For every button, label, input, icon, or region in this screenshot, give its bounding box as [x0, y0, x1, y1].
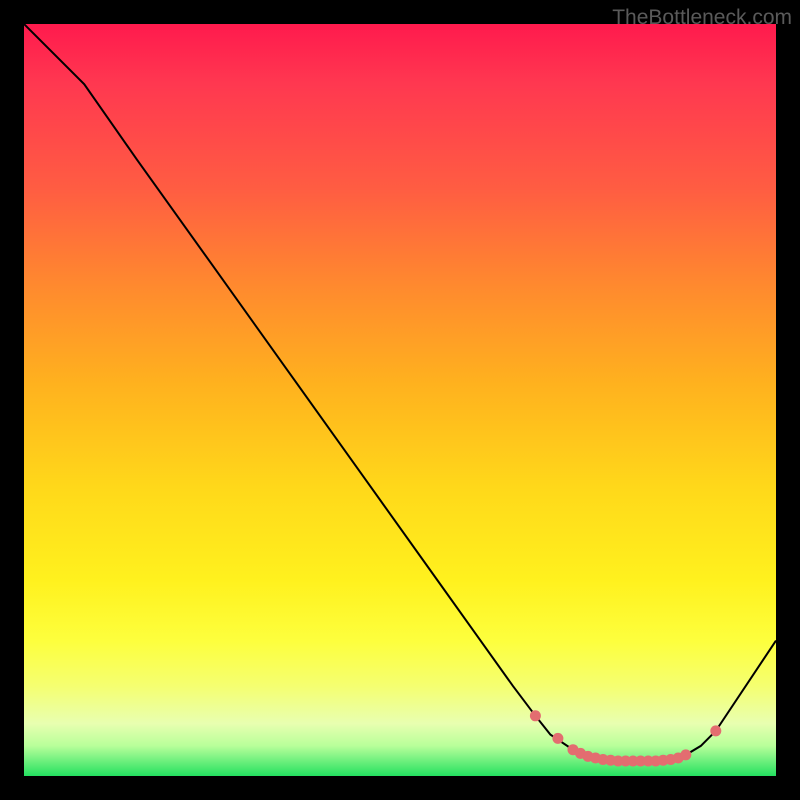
- highlight-markers: [530, 710, 721, 766]
- marker-point: [530, 710, 541, 721]
- chart-svg: [24, 24, 776, 776]
- watermark-text: TheBottleneck.com: [612, 6, 792, 30]
- marker-point: [552, 733, 563, 744]
- bottleneck-curve-line: [24, 24, 776, 761]
- plot-area: [24, 24, 776, 776]
- chart-container: TheBottleneck.com: [0, 0, 800, 800]
- marker-point: [680, 749, 691, 760]
- marker-point: [710, 725, 721, 736]
